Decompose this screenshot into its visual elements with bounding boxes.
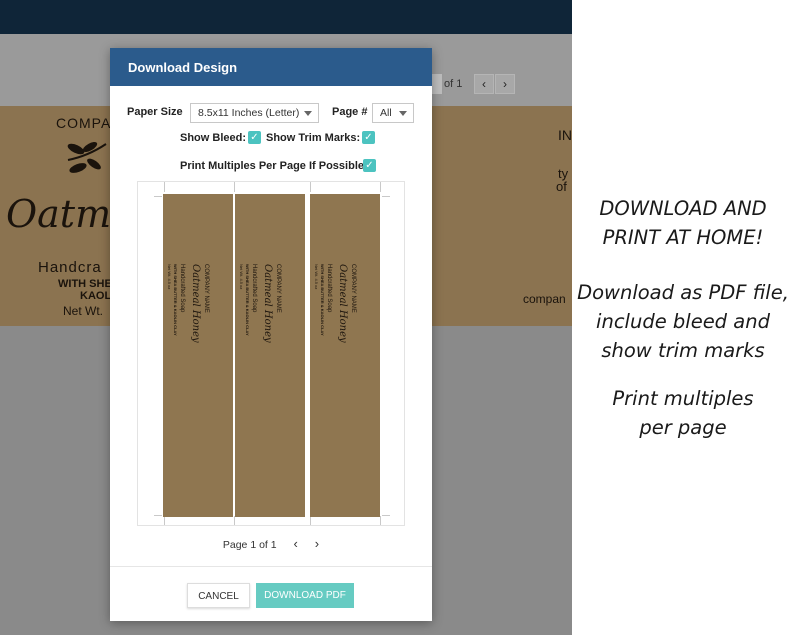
check-icon: ✓ xyxy=(250,132,259,143)
annotation-heading-line2: PRINT AT HOME! xyxy=(602,226,764,249)
strip-script-title: Oatmeal Honey xyxy=(262,264,273,343)
net-weight-text: Net Wt. xyxy=(63,304,104,318)
strip-script-title: Oatmeal Honey xyxy=(337,264,348,343)
chevron-left-icon[interactable]: ‹ xyxy=(294,536,298,551)
preview-pager: Page 1 of 1 ‹ › xyxy=(110,536,432,551)
label-strip-3: COMPANY NAME Oatmeal Honey Handcrafted S… xyxy=(310,194,380,517)
annotation-multiples-line2: per page xyxy=(639,416,727,439)
trim-mark xyxy=(154,196,162,197)
company-footer-text: compan xyxy=(523,292,566,306)
strip-company: COMPANY NAME xyxy=(203,264,209,313)
trim-mark xyxy=(154,515,162,516)
annotation-pdf-line1: Download as PDF file, xyxy=(577,281,789,304)
annotation-pdf-line3: show trim marks xyxy=(601,339,765,362)
strip-net: Net Wt. 4.5 oz xyxy=(314,264,319,290)
pager-text: Page 1 of 1 xyxy=(222,539,277,551)
chevron-right-icon[interactable]: › xyxy=(315,536,319,551)
strip-company: COMPANY NAME xyxy=(275,264,281,313)
trim-mark xyxy=(380,516,381,525)
footer-divider xyxy=(110,566,432,567)
label-canvas-left[interactable]: COMPAN Oatmea Handcra WITH SHE KAOLI Net… xyxy=(0,106,156,326)
trim-mark xyxy=(164,182,165,192)
caret-down-icon xyxy=(304,111,312,116)
leaf-sprig-icon xyxy=(67,141,107,173)
strip-with: WITH SHEA BUTTER & KAOLIN CLAY xyxy=(245,264,250,336)
annotation-heading: DOWNLOAD AND PRINT AT HOME! xyxy=(572,194,794,252)
download-pdf-button[interactable]: DOWNLOAD PDF xyxy=(256,583,354,608)
page-number-select[interactable]: All xyxy=(372,103,414,123)
strip-company: COMPANY NAME xyxy=(350,264,356,313)
strip-handcrafted: Handcrafted Soap xyxy=(251,264,257,313)
page-count-text: of 1 xyxy=(444,78,463,90)
trim-mark xyxy=(164,516,165,525)
page-number-box[interactable] xyxy=(432,74,442,94)
with-text: WITH SHE xyxy=(58,278,112,290)
cancel-button[interactable]: CANCEL xyxy=(187,583,250,608)
trim-mark xyxy=(382,515,390,516)
chevron-left-icon: ‹ xyxy=(482,77,486,91)
trim-mark xyxy=(234,182,235,192)
label-strip-1: COMPANY NAME Oatmeal Honey Handcrafted S… xyxy=(163,194,233,517)
annotation-heading-line1: DOWNLOAD AND xyxy=(599,197,767,220)
body-text-2: of xyxy=(556,179,567,194)
annotation-pdf-line2: include bleed and xyxy=(596,310,770,333)
paper-size-label: Paper Size xyxy=(127,106,183,118)
check-icon: ✓ xyxy=(365,160,374,171)
show-bleed-checkbox[interactable]: ✓ xyxy=(248,131,261,144)
page-number-value: All xyxy=(380,107,392,119)
annotation-multiples-note: Print multiples per page xyxy=(572,384,794,442)
annotation-multiples-line1: Print multiples xyxy=(612,387,754,410)
check-icon: ✓ xyxy=(364,132,373,143)
caret-down-icon xyxy=(399,111,407,116)
strip-with: WITH SHEA BUTTER & KAOLIN CLAY xyxy=(173,264,178,336)
show-trim-label: Show Trim Marks: xyxy=(266,132,361,144)
trim-mark xyxy=(310,516,311,525)
page-number-label: Page # xyxy=(332,106,368,118)
download-design-dialog: Download Design Paper Size 8.5x11 Inches… xyxy=(110,48,432,621)
pdf-preview: COMPANY NAME Oatmeal Honey Handcrafted S… xyxy=(137,181,405,526)
strip-handcrafted: Handcrafted Soap xyxy=(326,264,332,313)
strip-net: Net Wt. 4.5 oz xyxy=(239,264,244,290)
trim-mark xyxy=(382,196,390,197)
annotation-pdf-note: Download as PDF file, include bleed and … xyxy=(572,278,794,365)
ingredients-text: IN xyxy=(558,127,572,143)
dialog-title: Download Design xyxy=(110,48,432,86)
strip-net: Net Wt. 4.5 oz xyxy=(167,264,172,290)
label-strip-2: COMPANY NAME Oatmeal Honey Handcrafted S… xyxy=(235,194,305,517)
prev-page-button[interactable]: ‹ xyxy=(474,74,494,94)
trim-mark xyxy=(310,182,311,192)
show-bleed-label: Show Bleed: xyxy=(180,132,247,144)
chevron-right-icon: › xyxy=(503,77,507,91)
print-multiples-label: Print Multiples Per Page If Possible: xyxy=(180,160,368,172)
strip-handcrafted: Handcrafted Soap xyxy=(179,264,185,313)
label-canvas-right[interactable]: IN ty of compan xyxy=(430,106,572,326)
top-navbar xyxy=(0,0,572,34)
trim-mark xyxy=(380,182,381,192)
strip-script-title: Oatmeal Honey xyxy=(190,264,201,343)
print-multiples-checkbox[interactable]: ✓ xyxy=(363,159,376,172)
strip-with: WITH SHEA BUTTER & KAOLIN CLAY xyxy=(320,264,325,336)
paper-size-select[interactable]: 8.5x11 Inches (Letter) xyxy=(190,103,319,123)
next-page-button[interactable]: › xyxy=(495,74,515,94)
trim-mark xyxy=(234,516,235,525)
handcrafted-text: Handcra xyxy=(38,259,102,276)
show-trim-checkbox[interactable]: ✓ xyxy=(362,131,375,144)
paper-size-value: 8.5x11 Inches (Letter) xyxy=(198,107,300,119)
